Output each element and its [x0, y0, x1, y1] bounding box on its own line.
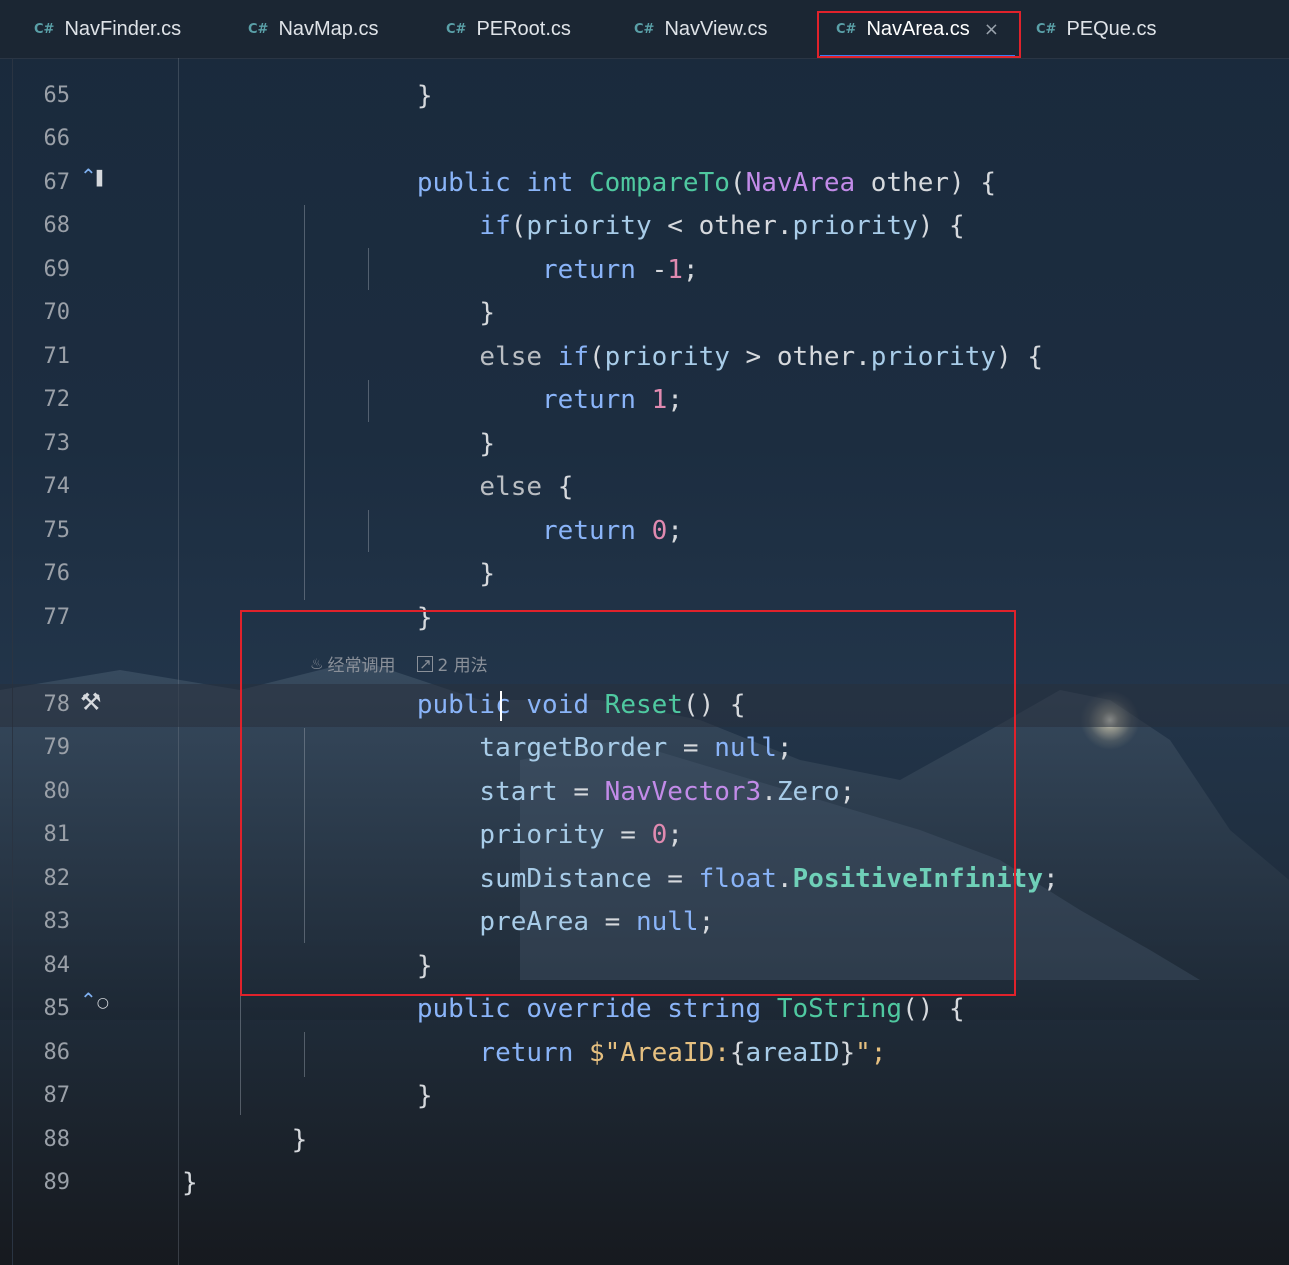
- code-text: return 0;: [542, 516, 683, 546]
- line-number: 79: [43, 735, 71, 760]
- code-line[interactable]: 75 return 0;: [0, 510, 1289, 553]
- tab-peroot[interactable]: C# PERoot.cs: [446, 0, 571, 58]
- code-text: }: [416, 1081, 433, 1111]
- code-text: }: [479, 559, 496, 589]
- line-number: 80: [43, 779, 71, 804]
- code-text: return 1;: [542, 385, 683, 415]
- tab-navmap[interactable]: C# NavMap.cs: [248, 0, 378, 58]
- tab-navview[interactable]: C# NavView.cs: [634, 0, 767, 58]
- line-number: 87: [43, 1083, 71, 1108]
- line-number: 70: [43, 300, 71, 325]
- line-number: 75: [43, 518, 71, 543]
- code-line[interactable]: 89 }: [0, 1162, 1289, 1205]
- code-text: return $"AreaID:{areaID}";: [479, 1038, 887, 1068]
- tab-label: PEQue.cs: [1066, 17, 1157, 40]
- code-line[interactable]: 86 return $"AreaID:{areaID}";: [0, 1032, 1289, 1075]
- code-text: }: [479, 298, 496, 328]
- override-up-arrow-icon[interactable]: ⌃○: [80, 988, 109, 1012]
- tab-navfinder[interactable]: C# NavFinder.cs: [34, 0, 181, 58]
- code-line[interactable]: 87 }: [0, 1075, 1289, 1118]
- code-line[interactable]: 76 }: [0, 553, 1289, 596]
- line-number: 82: [43, 866, 71, 891]
- line-number: 85: [43, 996, 71, 1021]
- line-number: 83: [43, 909, 71, 934]
- code-text: }: [479, 429, 496, 459]
- code-text: else {: [479, 472, 574, 502]
- code-line[interactable]: 88 }: [0, 1119, 1289, 1162]
- line-number: 68: [43, 213, 71, 238]
- code-line[interactable]: 71 else if(priority > other.priority) {: [0, 336, 1289, 379]
- code-text: }: [291, 1125, 308, 1155]
- code-line[interactable]: 73 }: [0, 423, 1289, 466]
- code-line[interactable]: 72 return 1;: [0, 379, 1289, 422]
- csharp-file-icon: C#: [446, 21, 467, 37]
- tab-label: NavView.cs: [664, 17, 768, 40]
- code-line[interactable]: 70 }: [0, 292, 1289, 335]
- editor-tab-bar: C# NavFinder.cs C# NavMap.cs C# PERoot.c…: [0, 0, 1289, 59]
- line-number: 88: [43, 1127, 71, 1152]
- line-number: 69: [43, 257, 71, 282]
- reset-method-highlight-box: [240, 610, 1016, 996]
- code-text: else if(priority > other.priority) {: [479, 342, 1043, 372]
- line-number: 77: [43, 605, 71, 630]
- code-line[interactable]: 69 return -1;: [0, 249, 1289, 292]
- code-line[interactable]: 74 else {: [0, 466, 1289, 509]
- line-number: 86: [43, 1040, 71, 1065]
- code-text: if(priority < other.priority) {: [479, 211, 965, 241]
- csharp-file-icon: C#: [1036, 21, 1057, 37]
- tab-label: NavFinder.cs: [64, 17, 182, 40]
- tab-label: PERoot.cs: [476, 17, 571, 40]
- tab-peque[interactable]: C# PEQue.cs: [1036, 0, 1156, 58]
- code-text: }: [182, 1168, 198, 1198]
- line-number: 65: [43, 83, 71, 108]
- code-text: public int CompareTo(NavArea other) {: [416, 168, 997, 198]
- tab-label: NavMap.cs: [278, 17, 379, 40]
- csharp-file-icon: C#: [248, 21, 269, 37]
- line-number: 89: [43, 1170, 71, 1195]
- csharp-file-icon: C#: [34, 21, 55, 37]
- line-number: 81: [43, 822, 71, 847]
- line-number: 78: [43, 692, 71, 717]
- code-line[interactable]: 68 if(priority < other.priority) {: [0, 205, 1289, 248]
- implementation-up-arrow-icon[interactable]: ⌃▌: [80, 164, 108, 188]
- active-tab-highlight-box: [817, 11, 1021, 58]
- code-line[interactable]: 66: [0, 118, 1289, 161]
- line-number: 72: [43, 387, 71, 412]
- code-text: }: [416, 81, 433, 111]
- line-number: 73: [43, 431, 71, 456]
- line-number: 74: [43, 474, 71, 499]
- code-text: public override string ToString() {: [416, 994, 965, 1024]
- line-number: 84: [43, 953, 71, 978]
- line-number: 76: [43, 561, 71, 586]
- hammer-icon[interactable]: ⚒: [80, 688, 102, 716]
- code-text: return -1;: [542, 255, 699, 285]
- code-line[interactable]: 65 }: [0, 75, 1289, 118]
- code-line[interactable]: 67 ⌃▌ public int CompareTo(NavArea other…: [0, 162, 1289, 205]
- line-number: 67: [43, 170, 71, 195]
- line-number: 66: [43, 126, 71, 151]
- csharp-file-icon: C#: [634, 21, 655, 37]
- line-number: 71: [43, 344, 71, 369]
